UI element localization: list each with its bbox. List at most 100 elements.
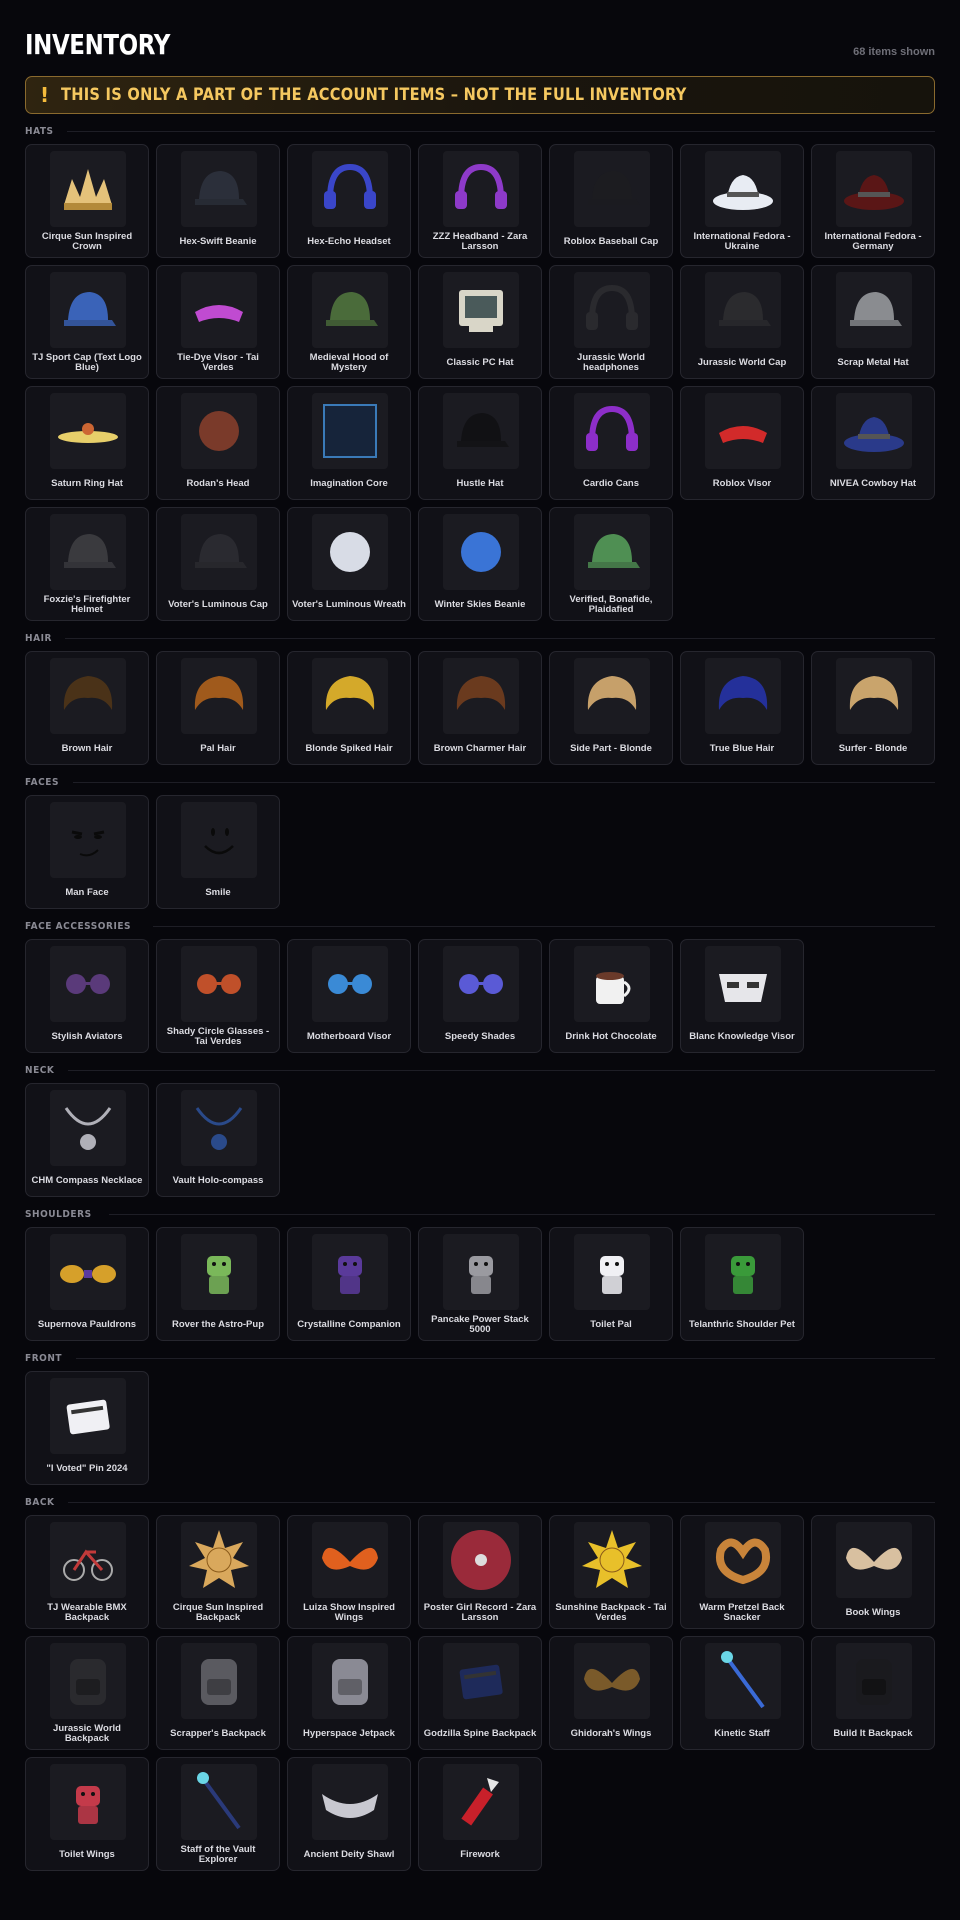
item-card[interactable]: Jurassic World Cap xyxy=(680,265,804,379)
item-name: Roblox Visor xyxy=(712,478,772,489)
item-thumbnail xyxy=(181,393,257,469)
item-card[interactable]: Jurassic World headphones xyxy=(549,265,673,379)
item-card[interactable]: Tie-Dye Visor - Tai Verdes xyxy=(156,265,280,379)
item-card[interactable]: Brown Charmer Hair xyxy=(418,651,542,765)
item-card[interactable]: Sunshine Backpack - Tai Verdes xyxy=(549,1515,673,1629)
section-divider xyxy=(67,1069,935,1071)
item-thumbnail xyxy=(836,393,912,469)
item-card[interactable]: Cirque Sun Inspired Backpack xyxy=(156,1515,280,1629)
item-card[interactable]: "I Voted" Pin 2024 xyxy=(25,1371,149,1485)
item-card[interactable]: Stylish Aviators xyxy=(25,939,149,1053)
item-card[interactable]: Hustle Hat xyxy=(418,386,542,500)
item-card[interactable]: International Fedora - Ukraine xyxy=(680,144,804,258)
item-card[interactable]: Rodan's Head xyxy=(156,386,280,500)
item-card[interactable]: Classic PC Hat xyxy=(418,265,542,379)
item-card[interactable]: Build It Backpack xyxy=(811,1636,935,1750)
item-card[interactable]: Pancake Power Stack 5000 xyxy=(418,1227,542,1341)
item-thumbnail xyxy=(705,1234,781,1310)
item-card[interactable]: Medieval Hood of Mystery xyxy=(287,265,411,379)
item-card[interactable]: Toilet Wings xyxy=(25,1757,149,1871)
item-card[interactable]: Poster Girl Record - Zara Larsson xyxy=(418,1515,542,1629)
item-name: Hyperspace Jetpack xyxy=(303,1728,395,1739)
item-card[interactable]: Smile xyxy=(156,795,280,909)
item-card[interactable]: TJ Wearable BMX Backpack xyxy=(25,1515,149,1629)
visor-icon xyxy=(195,305,243,322)
item-card[interactable]: Blanc Knowledge Visor xyxy=(680,939,804,1053)
backpack-icon xyxy=(856,1659,892,1705)
item-card[interactable]: Telanthric Shoulder Pet xyxy=(680,1227,804,1341)
item-name: TJ Wearable BMX Backpack xyxy=(47,1602,127,1623)
item-card[interactable]: Luiza Show Inspired Wings xyxy=(287,1515,411,1629)
item-card[interactable]: Hyperspace Jetpack xyxy=(287,1636,411,1750)
item-card[interactable]: Cardio Cans xyxy=(549,386,673,500)
item-card[interactable]: Side Part - Blonde xyxy=(549,651,673,765)
item-card[interactable]: Supernova Pauldrons xyxy=(25,1227,149,1341)
item-card[interactable]: Verified, Bonafide, Plaidafied xyxy=(549,507,673,621)
pendant-icon xyxy=(195,1107,243,1150)
item-card[interactable]: Jurassic World Backpack xyxy=(25,1636,149,1750)
item-thumbnail xyxy=(443,151,519,227)
item-card[interactable]: Scrap Metal Hat xyxy=(811,265,935,379)
item-thumbnail xyxy=(181,151,257,227)
item-card[interactable]: Vault Holo-compass xyxy=(156,1083,280,1197)
item-card[interactable]: Cirque Sun Inspired Crown xyxy=(25,144,149,258)
item-card[interactable]: TJ Sport Cap (Text Logo Blue) xyxy=(25,265,149,379)
hood-icon xyxy=(326,292,378,326)
item-card[interactable]: Pal Hair xyxy=(156,651,280,765)
item-card[interactable]: Crystalline Companion xyxy=(287,1227,411,1341)
item-thumbnail xyxy=(443,514,519,590)
item-name: Pal Hair xyxy=(200,743,236,754)
item-card[interactable]: Blonde Spiked Hair xyxy=(287,651,411,765)
item-card[interactable]: Shady Circle Glasses - Tai Verdes xyxy=(156,939,280,1053)
item-card[interactable]: Saturn Ring Hat xyxy=(25,386,149,500)
item-thumbnail xyxy=(50,658,126,734)
item-card[interactable]: Roblox Baseball Cap xyxy=(549,144,673,258)
item-name: Foxzie's Firefighter Helmet xyxy=(43,594,131,615)
hair-icon xyxy=(849,676,899,710)
item-name: Brown Charmer Hair xyxy=(433,743,527,754)
item-card[interactable]: Hex-Swift Beanie xyxy=(156,144,280,258)
item-card[interactable]: Surfer - Blonde xyxy=(811,651,935,765)
cap-icon xyxy=(719,292,771,326)
item-card[interactable]: Voter's Luminous Cap xyxy=(156,507,280,621)
item-card[interactable]: Motherboard Visor xyxy=(287,939,411,1053)
item-name: Hex-Swift Beanie xyxy=(179,236,257,247)
item-card[interactable]: ZZZ Headband - Zara Larsson xyxy=(418,144,542,258)
fedora-icon xyxy=(713,175,773,210)
item-card[interactable]: Brown Hair xyxy=(25,651,149,765)
item-card[interactable]: Hex-Echo Headset xyxy=(287,144,411,258)
item-card[interactable]: CHM Compass Necklace xyxy=(25,1083,149,1197)
item-thumbnail xyxy=(443,272,519,348)
item-card[interactable]: Book Wings xyxy=(811,1515,935,1629)
item-card[interactable]: Kinetic Staff xyxy=(680,1636,804,1750)
item-card[interactable]: Voter's Luminous Wreath xyxy=(287,507,411,621)
item-card[interactable]: Ghidorah's Wings xyxy=(549,1636,673,1750)
item-card[interactable]: Roblox Visor xyxy=(680,386,804,500)
item-card[interactable]: Rover the Astro-Pup xyxy=(156,1227,280,1341)
item-card[interactable]: Foxzie's Firefighter Helmet xyxy=(25,507,149,621)
item-card[interactable]: Godzilla Spine Backpack xyxy=(418,1636,542,1750)
item-name: Voter's Luminous Cap xyxy=(168,599,268,610)
item-name: ZZZ Headband - Zara Larsson xyxy=(432,231,528,252)
item-name: NIVEA Cowboy Hat xyxy=(829,478,917,489)
section-title: FACE ACCESSORIES xyxy=(25,920,132,932)
item-card[interactable]: Imagination Core xyxy=(287,386,411,500)
item-card[interactable]: Toilet Pal xyxy=(549,1227,673,1341)
warning-banner: ! THIS IS ONLY A PART OF THE ACCOUNT ITE… xyxy=(25,76,935,114)
item-card[interactable]: NIVEA Cowboy Hat xyxy=(811,386,935,500)
item-name: TJ Sport Cap (Text Logo Blue) xyxy=(32,352,142,373)
item-card[interactable]: Firework xyxy=(418,1757,542,1871)
item-card[interactable]: International Fedora - Germany xyxy=(811,144,935,258)
item-card[interactable]: Man Face xyxy=(25,795,149,909)
item-card[interactable]: Winter Skies Beanie xyxy=(418,507,542,621)
item-card[interactable]: Warm Pretzel Back Snacker xyxy=(680,1515,804,1629)
item-card[interactable]: Ancient Deity Shawl xyxy=(287,1757,411,1871)
item-thumbnail xyxy=(312,393,388,469)
item-card[interactable]: Scrapper's Backpack xyxy=(156,1636,280,1750)
item-card[interactable]: Drink Hot Chocolate xyxy=(549,939,673,1053)
item-card[interactable]: True Blue Hair xyxy=(680,651,804,765)
item-card[interactable]: Staff of the Vault Explorer xyxy=(156,1757,280,1871)
item-card[interactable]: Speedy Shades xyxy=(418,939,542,1053)
item-thumbnail xyxy=(443,393,519,469)
section-header: NECK xyxy=(25,1063,935,1077)
